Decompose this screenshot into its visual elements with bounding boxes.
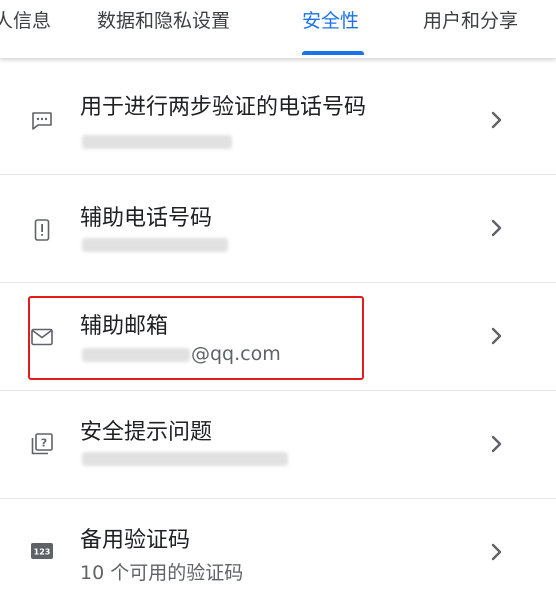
tab-bar: 人信息 数据和隐私设置 安全性 用户和分享: [0, 0, 556, 58]
svg-text:?: ?: [41, 437, 47, 450]
list-item-recovery-phone[interactable]: 辅助电话号码: [0, 174, 556, 283]
tab-data-privacy[interactable]: 数据和隐私设置: [97, 0, 230, 58]
phone-alert-icon: [30, 218, 54, 242]
highlight-box: [28, 296, 364, 380]
tab-personal-info[interactable]: 人信息: [0, 0, 51, 58]
list-item-title: 备用验证码: [80, 528, 191, 553]
chevron-right-icon: [491, 543, 502, 561]
question-box-icon: ?: [30, 432, 54, 456]
list-item-title: 用于进行两步验证的电话号码: [80, 95, 367, 120]
list-item-subtitle: 10 个可用的验证码: [80, 562, 244, 584]
list-item-security-question[interactable]: ? 安全提示问题: [0, 390, 556, 499]
chevron-right-icon: [491, 111, 502, 129]
123-badge-icon: 123: [31, 542, 53, 560]
list-item-two-step-phone[interactable]: 用于进行两步验证的电话号码: [0, 66, 556, 175]
svg-text:123: 123: [34, 548, 51, 557]
list-item-title: 安全提示问题: [80, 420, 213, 445]
chevron-right-icon: [491, 219, 502, 237]
list-item-title: 辅助电话号码: [80, 206, 213, 231]
blurred-phone-number: [82, 135, 232, 149]
blurred-question-text: [82, 452, 288, 466]
chevron-right-icon: [491, 327, 502, 345]
message-dots-icon: [30, 109, 54, 133]
list-item-backup-codes[interactable]: 123 备用验证码 10 个可用的验证码: [0, 498, 556, 606]
active-tab-indicator: [302, 51, 364, 55]
chevron-right-icon: [491, 435, 502, 453]
tab-people-sharing[interactable]: 用户和分享: [423, 0, 518, 58]
blurred-phone-number: [82, 238, 228, 252]
tab-security[interactable]: 安全性: [302, 0, 359, 58]
